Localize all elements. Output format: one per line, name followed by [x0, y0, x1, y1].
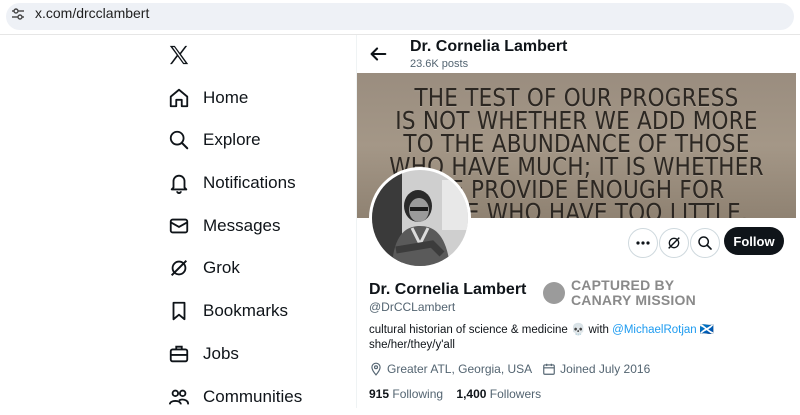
header-name: Dr. Cornelia Lambert — [410, 38, 568, 55]
home-icon — [166, 85, 192, 111]
flag-icon: 🏴󠁧󠁢󠁳󠁣󠁴󠁿 — [699, 324, 715, 336]
location-item: Greater ATL, Georgia, USA — [369, 362, 532, 376]
location-pin-icon — [371, 362, 381, 376]
bio-mention-link[interactable]: @MichaelRotjan — [612, 324, 697, 336]
nav-item-jobs[interactable]: Jobs — [166, 336, 239, 372]
bookmark-icon — [166, 298, 192, 324]
nav-item-messages[interactable]: Messages — [166, 208, 280, 244]
bell-icon — [166, 170, 192, 196]
profile-header: Dr. Cornelia Lambert 23.6K posts — [357, 35, 800, 73]
joined-text: Joined July 2016 — [560, 362, 651, 376]
calendar-icon — [543, 363, 556, 375]
grok-icon — [166, 255, 192, 281]
nav-item-communities[interactable]: Communities — [166, 379, 302, 415]
nav-item-home[interactable]: Home — [166, 80, 248, 116]
nav-item-label: Communities — [203, 387, 303, 406]
search-icon — [698, 236, 712, 250]
nav-item-label: Notifications — [203, 173, 296, 192]
briefcase-icon — [166, 341, 192, 367]
more-icon — [636, 241, 650, 245]
followers-label: Followers — [489, 387, 542, 401]
following-label: Following — [392, 387, 444, 401]
bio-text: cultural historian of science & medicine… — [369, 324, 613, 336]
search-icon — [166, 127, 192, 153]
grok-icon — [668, 237, 680, 249]
canary-logo-icon — [543, 282, 565, 304]
nav-item-label: Jobs — [203, 344, 239, 363]
nav-item-label: Home — [203, 88, 249, 107]
nav-item-bookmarks[interactable]: Bookmarks — [166, 293, 288, 329]
browser-address-bar: x.com/drcclambert — [0, 0, 800, 35]
captured-stamp-watermark: CAPTURED BY CANARY MISSION — [543, 278, 703, 308]
nav-item-label: Explore — [203, 130, 261, 149]
grok-profile-button[interactable] — [659, 228, 689, 258]
followers-link[interactable]: 1,400 Followers — [456, 387, 541, 401]
back-arrow-icon[interactable] — [367, 43, 389, 65]
nav-item-label: Messages — [203, 216, 281, 235]
search-profile-button[interactable] — [690, 228, 720, 258]
nav-item-label: Bookmarks — [203, 301, 289, 320]
stamp-line: CAPTURED BY — [571, 277, 675, 293]
location-text: Greater ATL, Georgia, USA — [387, 362, 533, 376]
more-options-button[interactable] — [628, 228, 658, 258]
follow-counts: 915 Following 1,400 Followers — [369, 387, 541, 401]
profile-meta: Greater ATL, Georgia, USA Joined July 20… — [369, 362, 660, 376]
people-icon — [166, 384, 192, 410]
following-count: 915 — [369, 387, 390, 401]
x-logo-icon[interactable] — [168, 44, 190, 66]
stamp-line: CANARY MISSION — [571, 292, 696, 308]
url-text[interactable]: x.com/drcclambert — [35, 5, 149, 22]
nav-item-grok[interactable]: Grok — [166, 250, 240, 286]
envelope-icon — [166, 213, 192, 239]
post-count: 23.6K posts — [410, 58, 469, 70]
joined-item: Joined July 2016 — [542, 362, 650, 376]
profile-bio: cultural historian of science & medicine… — [369, 323, 789, 353]
followers-count: 1,400 — [456, 387, 487, 401]
nav-item-label: Grok — [203, 258, 240, 277]
nav-item-notifications[interactable]: Notifications — [166, 165, 296, 201]
avatar[interactable] — [369, 167, 471, 269]
following-link[interactable]: 915 Following — [369, 387, 443, 401]
profile-handle: @DrCCLambert — [369, 300, 456, 314]
profile-name: Dr. Cornelia Lambert — [369, 281, 527, 298]
nav-item-explore[interactable]: Explore — [166, 122, 261, 158]
follow-button[interactable]: Follow — [724, 227, 784, 255]
site-settings-icon[interactable] — [10, 6, 26, 22]
bio-pronouns: she/her/they/y'all — [369, 339, 455, 351]
